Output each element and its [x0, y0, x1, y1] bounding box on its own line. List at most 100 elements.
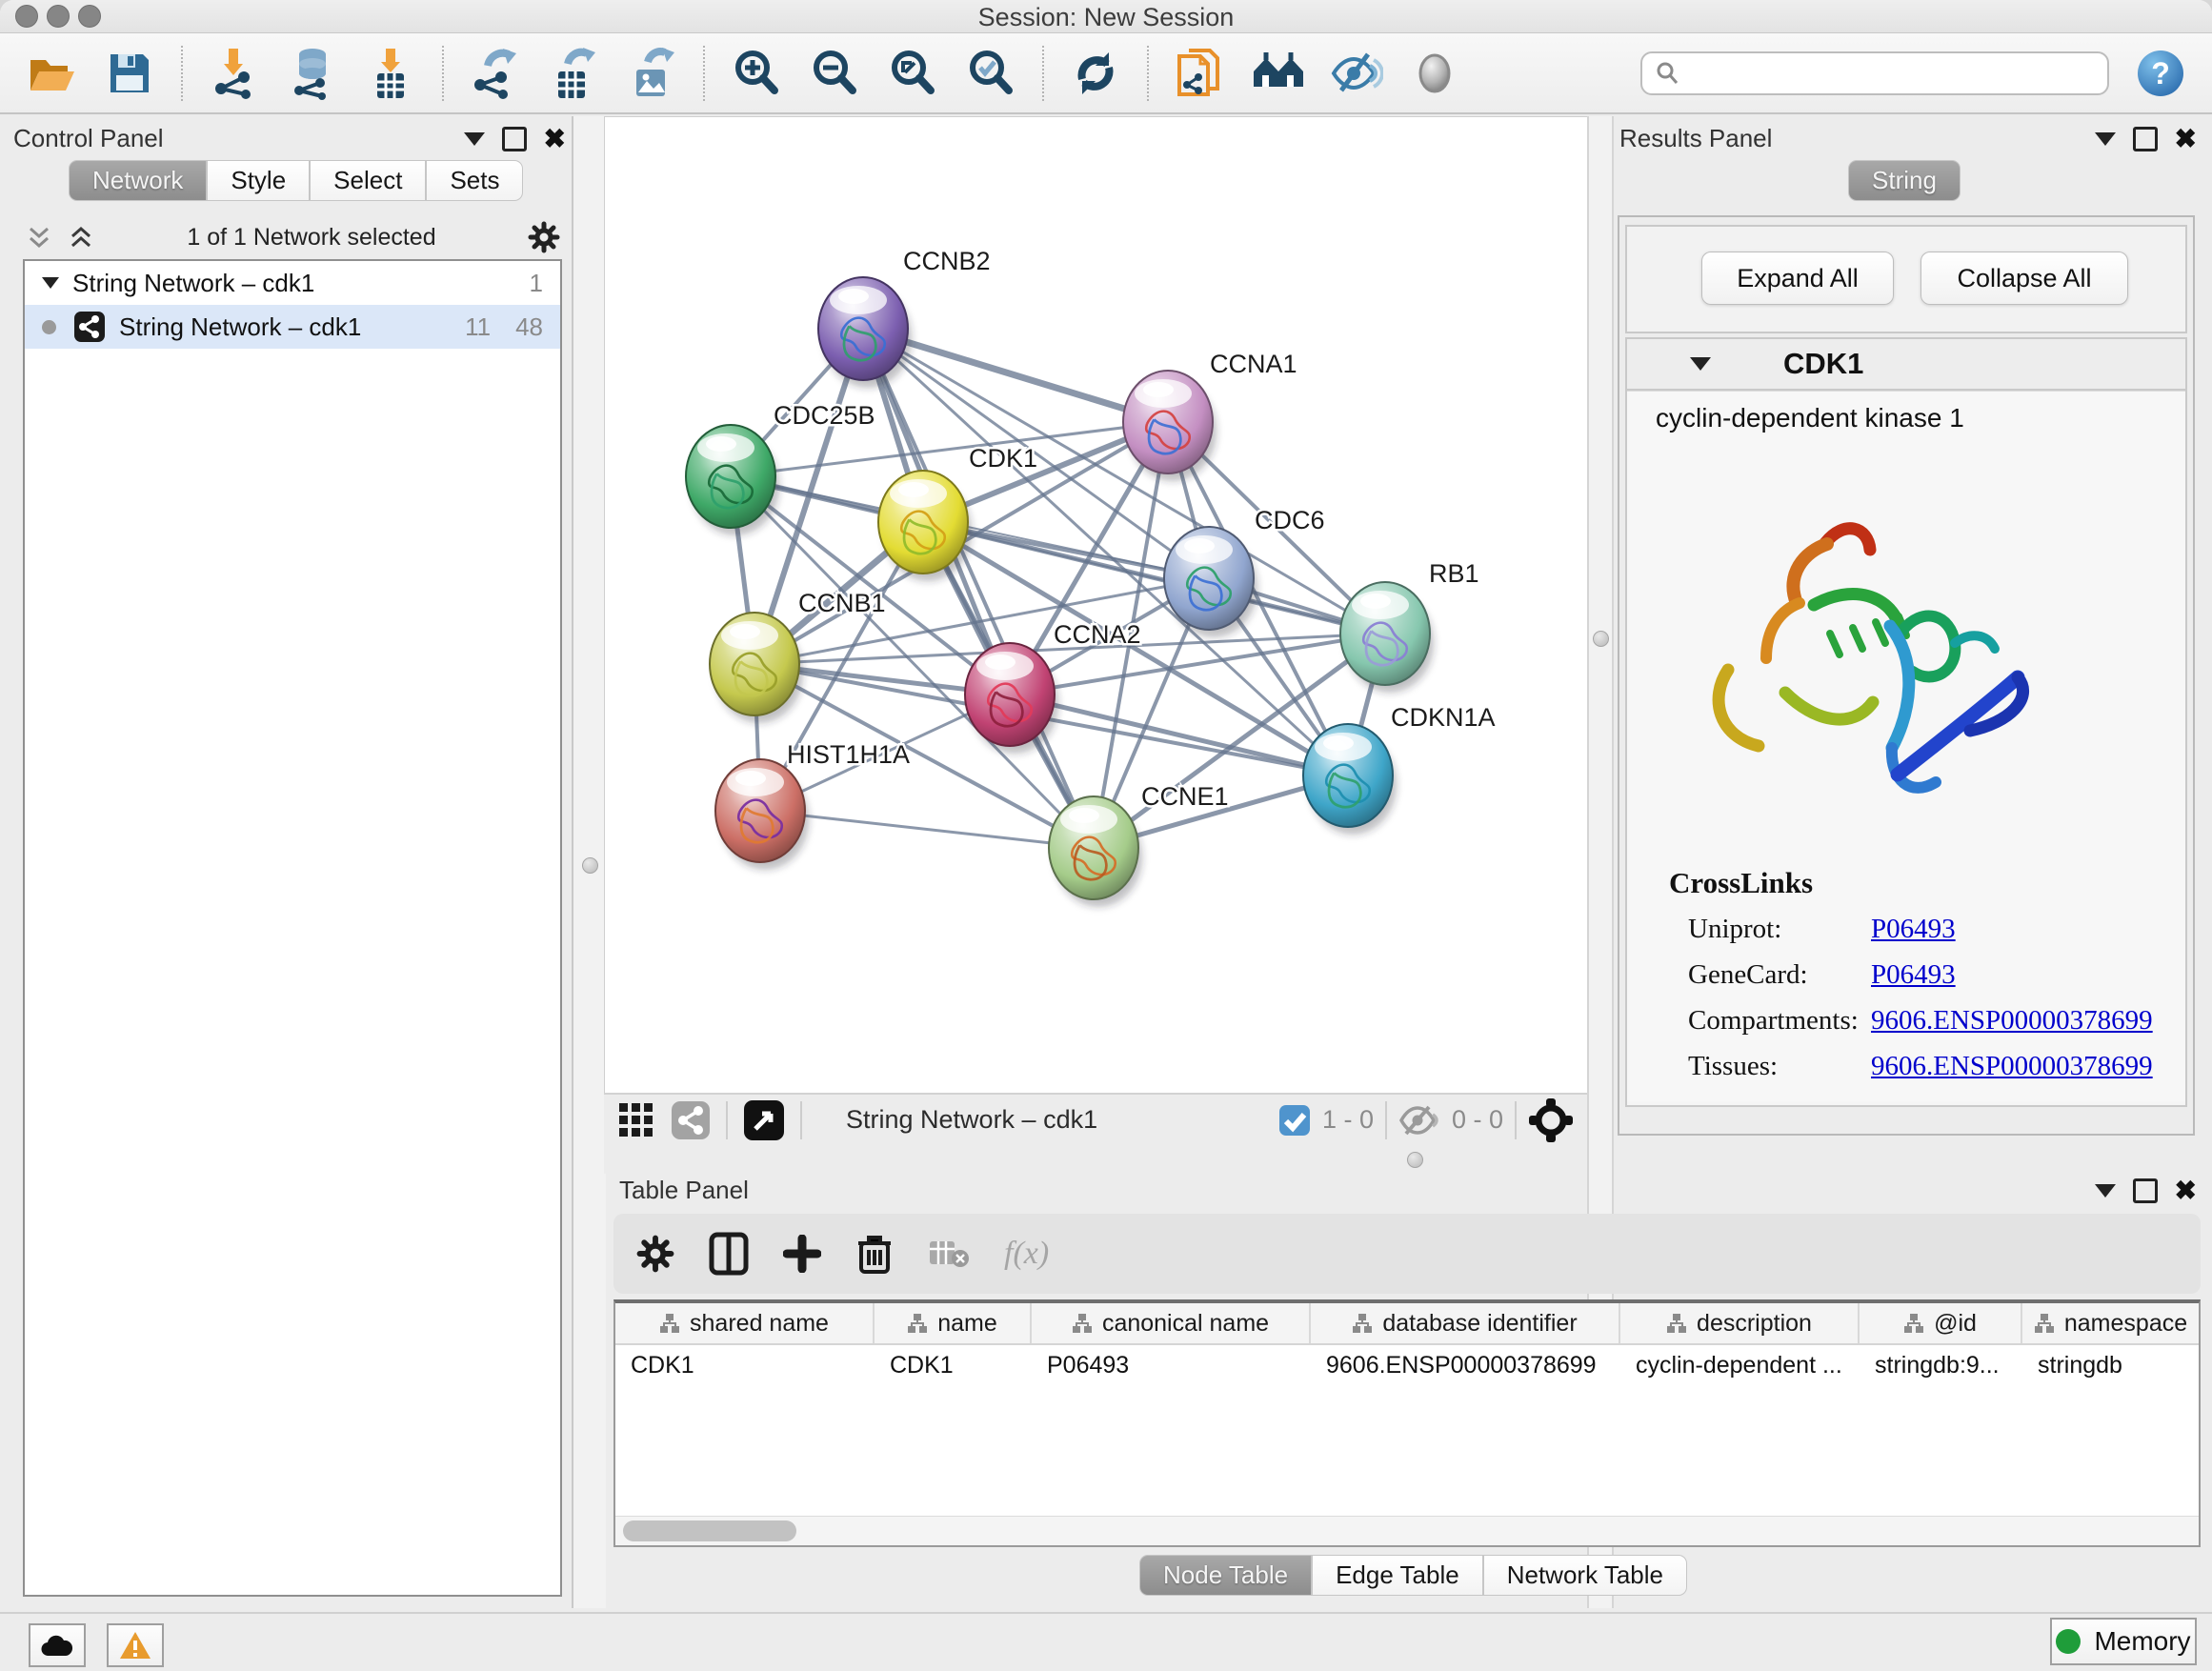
canvas-table-splitter-handle[interactable]: [1407, 1152, 1423, 1168]
import-network-icon[interactable]: [208, 47, 261, 100]
column-header[interactable]: canonical name: [1032, 1303, 1311, 1343]
tab-network[interactable]: Network: [69, 160, 207, 201]
tab-network-table[interactable]: Network Table: [1483, 1555, 1687, 1596]
network-row[interactable]: String Network – cdk1 11 48: [25, 305, 560, 349]
collection-expand-icon[interactable]: [42, 277, 59, 289]
edge-CCNB2-CCNE1[interactable]: [863, 329, 1094, 848]
save-session-icon[interactable]: [103, 47, 156, 100]
network-canvas[interactable]: CCNB2CCNA1CDC25BCDK1CDC6RB1CCNB1CCNA2CDK…: [604, 116, 1589, 1095]
table-options-gear-icon[interactable]: [636, 1235, 674, 1273]
edge-HIST1H1A-CCNE1[interactable]: [760, 811, 1094, 848]
table-header-row: shared name name canonical name database…: [615, 1303, 2199, 1345]
collapse-all-icon[interactable]: [25, 223, 53, 252]
compartments-link[interactable]: 9606.ENSP00000378699: [1871, 1005, 2153, 1037]
column-header[interactable]: namespace: [2022, 1303, 2199, 1343]
network-options-gear-icon[interactable]: [528, 221, 560, 253]
close-panel-icon[interactable]: ✖: [544, 130, 566, 149]
share-document-icon[interactable]: [1174, 47, 1227, 100]
tab-select[interactable]: Select: [310, 160, 426, 201]
node-CCNE1[interactable]: CCNE1: [1049, 782, 1229, 907]
tab-sets[interactable]: Sets: [426, 160, 523, 201]
grey-sphere-icon[interactable]: [1408, 47, 1461, 100]
refresh-icon[interactable]: [1069, 47, 1122, 100]
canvas-table-splitter[interactable]: [604, 1145, 1587, 1174]
toolbar-divider: [1042, 46, 1044, 101]
column-type-icon: [659, 1313, 680, 1334]
collapse-panel-icon[interactable]: [2095, 1184, 2116, 1198]
show-columns-icon[interactable]: [709, 1232, 749, 1276]
add-column-icon[interactable]: [783, 1235, 821, 1273]
zoom-in-icon[interactable]: [730, 47, 783, 100]
column-header[interactable]: name: [875, 1303, 1032, 1343]
left-splitter[interactable]: [572, 116, 606, 1608]
delete-table-icon-disabled: [928, 1238, 970, 1270]
cloud-button[interactable]: [29, 1623, 86, 1667]
gene-section: CDK1 cyclin-dependent kinase 1: [1625, 337, 2187, 1107]
pharos-link[interactable]: P06493: [1871, 1097, 1956, 1101]
selected-checkbox-icon[interactable]: [1278, 1104, 1311, 1137]
tab-string[interactable]: String: [1848, 160, 1961, 201]
netbar-divider: [1515, 1101, 1517, 1139]
delete-column-icon[interactable]: [855, 1232, 894, 1276]
search-input[interactable]: [1640, 51, 2109, 95]
help-icon[interactable]: ?: [2134, 47, 2187, 100]
expand-all-icon[interactable]: [67, 223, 95, 252]
export-network-icon[interactable]: [469, 47, 522, 100]
tab-node-table[interactable]: Node Table: [1139, 1555, 1312, 1596]
collapse-panel-icon[interactable]: [2095, 132, 2116, 146]
float-panel-icon[interactable]: [2133, 127, 2158, 151]
tab-style[interactable]: Style: [207, 160, 310, 201]
collapse-all-button[interactable]: Collapse All: [1920, 252, 2128, 305]
zoom-out-icon[interactable]: [808, 47, 861, 100]
network-view-toolbar: String Network – cdk1 1 - 0 0 - 0: [604, 1093, 1587, 1145]
column-type-icon: [1903, 1313, 1924, 1334]
table-row[interactable]: CDK1 CDK1 P06493 9606.ENSP00000378699 cy…: [615, 1345, 2199, 1385]
zoom-selected-icon[interactable]: [964, 47, 1017, 100]
network-collection-row[interactable]: String Network – cdk1 1: [25, 261, 560, 305]
export-table-icon[interactable]: [547, 47, 600, 100]
tab-edge-table[interactable]: Edge Table: [1312, 1555, 1483, 1596]
grid-view-icon[interactable]: [617, 1101, 655, 1139]
column-header[interactable]: description: [1620, 1303, 1860, 1343]
float-panel-icon[interactable]: [502, 127, 527, 151]
control-panel-tabs: Network Style Select Sets: [69, 160, 523, 201]
column-header[interactable]: database identifier: [1311, 1303, 1620, 1343]
warnings-button[interactable]: [107, 1623, 164, 1667]
collapse-panel-icon[interactable]: [464, 132, 485, 146]
uniprot-link[interactable]: P06493: [1871, 914, 1956, 945]
open-session-icon[interactable]: [25, 47, 78, 100]
string-home-icon[interactable]: [1252, 47, 1305, 100]
tissues-link[interactable]: 9606.ENSP00000378699: [1871, 1051, 2153, 1082]
node-label-CCNA2: CCNA2: [1054, 620, 1141, 649]
zoom-fit-icon[interactable]: [886, 47, 939, 100]
import-database-icon[interactable]: [286, 47, 339, 100]
memory-button[interactable]: Memory: [2050, 1618, 2197, 1665]
float-panel-icon[interactable]: [2133, 1178, 2158, 1203]
genecard-link[interactable]: P06493: [1871, 959, 1956, 991]
gene-section-header[interactable]: CDK1: [1627, 339, 2185, 391]
node-CDKN1A[interactable]: CDKN1A: [1303, 703, 1496, 835]
expand-all-button[interactable]: Expand All: [1701, 252, 1894, 305]
right-splitter-handle[interactable]: [1593, 631, 1609, 647]
left-splitter-handle[interactable]: [582, 857, 598, 874]
import-table-icon[interactable]: [364, 47, 417, 100]
network-graph[interactable]: CCNB2CCNA1CDC25BCDK1CDC6RB1CCNB1CCNA2CDK…: [605, 117, 1588, 1094]
node-CCNB1[interactable]: CCNB1: [710, 589, 886, 723]
scrollbar-thumb[interactable]: [623, 1520, 796, 1541]
gene-expand-icon[interactable]: [1690, 357, 1711, 371]
node-RB1[interactable]: RB1: [1340, 559, 1479, 693]
node-HIST1H1A[interactable]: HIST1H1A: [715, 740, 910, 870]
column-header[interactable]: @id: [1860, 1303, 2022, 1343]
birdseye-view-icon[interactable]: [743, 1099, 785, 1141]
enhanced-labels-icon[interactable]: [1330, 47, 1383, 100]
close-panel-icon[interactable]: ✖: [2175, 130, 2197, 149]
column-header[interactable]: shared name: [615, 1303, 875, 1343]
close-panel-icon[interactable]: ✖: [2175, 1181, 2197, 1200]
table-horizontal-scrollbar[interactable]: [615, 1516, 2199, 1545]
toolbar-divider: [181, 46, 183, 101]
hidden-eye-icon: [1398, 1103, 1440, 1137]
node-CDC6[interactable]: CDC6: [1164, 506, 1325, 637]
export-image-icon[interactable]: [625, 47, 678, 100]
fit-selected-crosshair-icon[interactable]: [1528, 1097, 1574, 1143]
network-thumbnail-icon[interactable]: [671, 1100, 711, 1140]
